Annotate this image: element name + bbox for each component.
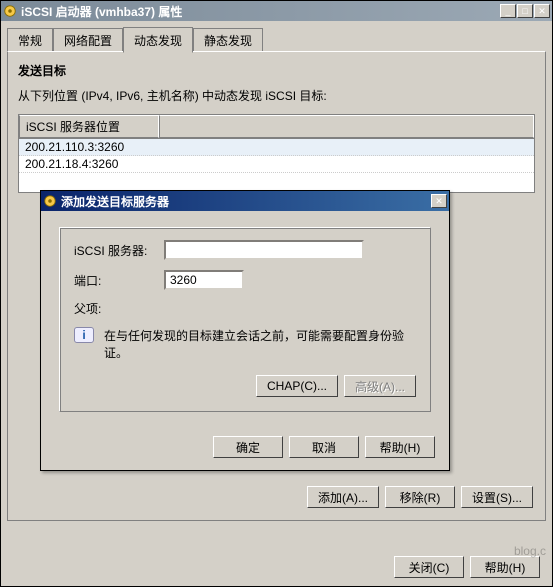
tab-static-discovery[interactable]: 静态发现 [193,28,263,52]
ok-button[interactable]: 确定 [213,436,283,458]
col-server-location[interactable]: iSCSI 服务器位置 [19,115,159,138]
dialog-help-button[interactable]: 帮助(H) [365,436,435,458]
server-list[interactable]: 200.21.110.3:3260 200.21.18.4:3260 [18,139,535,193]
dialog-titlebar: 添加发送目标服务器 ✕ [41,191,449,211]
list-item[interactable]: 200.21.110.3:3260 [19,139,534,156]
section-heading: 发送目标 [18,62,535,79]
col-spacer [159,115,534,138]
section-hint: 从下列位置 (IPv4, IPv6, 主机名称) 中动态发现 iSCSI 目标: [18,87,535,104]
port-label: 端口: [74,272,164,289]
tab-general[interactable]: 常规 [7,28,53,52]
list-item[interactable]: 200.21.18.4:3260 [19,156,534,173]
cancel-button[interactable]: 取消 [289,436,359,458]
chap-button[interactable]: CHAP(C)... [256,375,338,397]
main-titlebar: iSCSI 启动器 (vmhba37) 属性 _ □ ✕ [1,1,552,21]
close-window-button[interactable]: 关闭(C) [394,556,464,578]
server-input[interactable] [164,240,364,260]
form-group: iSCSI 服务器: 端口: 父项: i 在与任何发现的目标建立会话之前，可能需… [59,227,431,412]
tabbar: 常规 网络配置 动态发现 静态发现 [7,28,546,52]
app-icon [3,4,17,18]
dialog-title: 添加发送目标服务器 [61,193,431,210]
add-button[interactable]: 添加(A)... [307,486,379,508]
info-text: 在与任何发现的目标建立会话之前，可能需要配置身份验证。 [104,327,416,361]
port-input[interactable] [164,270,244,290]
add-target-dialog: 添加发送目标服务器 ✕ iSCSI 服务器: 端口: 父项: i 在与任何发现的… [40,190,450,471]
tab-network[interactable]: 网络配置 [53,28,123,52]
server-list-header: iSCSI 服务器位置 [18,114,535,139]
app-icon [43,194,57,208]
remove-button[interactable]: 移除(R) [385,486,455,508]
server-label: iSCSI 服务器: [74,242,164,259]
parent-label: 父项: [74,300,164,317]
close-button[interactable]: ✕ [534,4,550,18]
minimize-button[interactable]: _ [500,4,516,18]
main-title: iSCSI 启动器 (vmhba37) 属性 [21,3,500,20]
maximize-button[interactable]: □ [517,4,533,18]
dialog-close-icon[interactable]: ✕ [431,194,447,208]
settings-button[interactable]: 设置(S)... [461,486,533,508]
tab-dynamic-discovery[interactable]: 动态发现 [123,27,193,53]
advanced-button[interactable]: 高级(A)... [344,375,416,397]
help-button[interactable]: 帮助(H) [470,556,540,578]
info-icon: i [74,327,94,343]
